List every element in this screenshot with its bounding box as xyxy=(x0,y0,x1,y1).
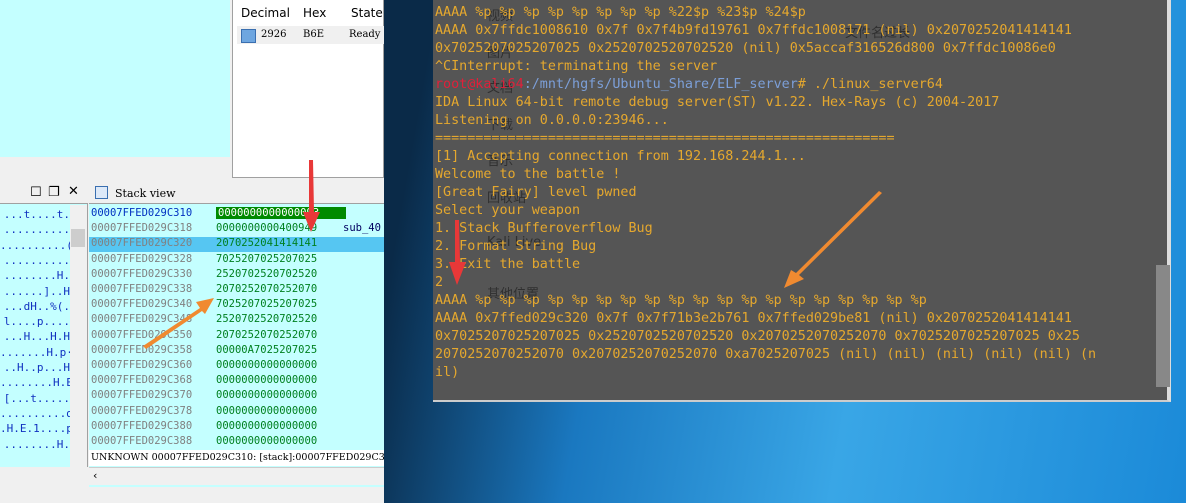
orange-arrow-icon xyxy=(784,191,882,288)
red-arrow-icon xyxy=(303,160,320,232)
red-arrow-icon xyxy=(449,220,466,285)
annotation-arrows xyxy=(143,160,882,349)
orange-arrow-icon xyxy=(143,298,214,349)
